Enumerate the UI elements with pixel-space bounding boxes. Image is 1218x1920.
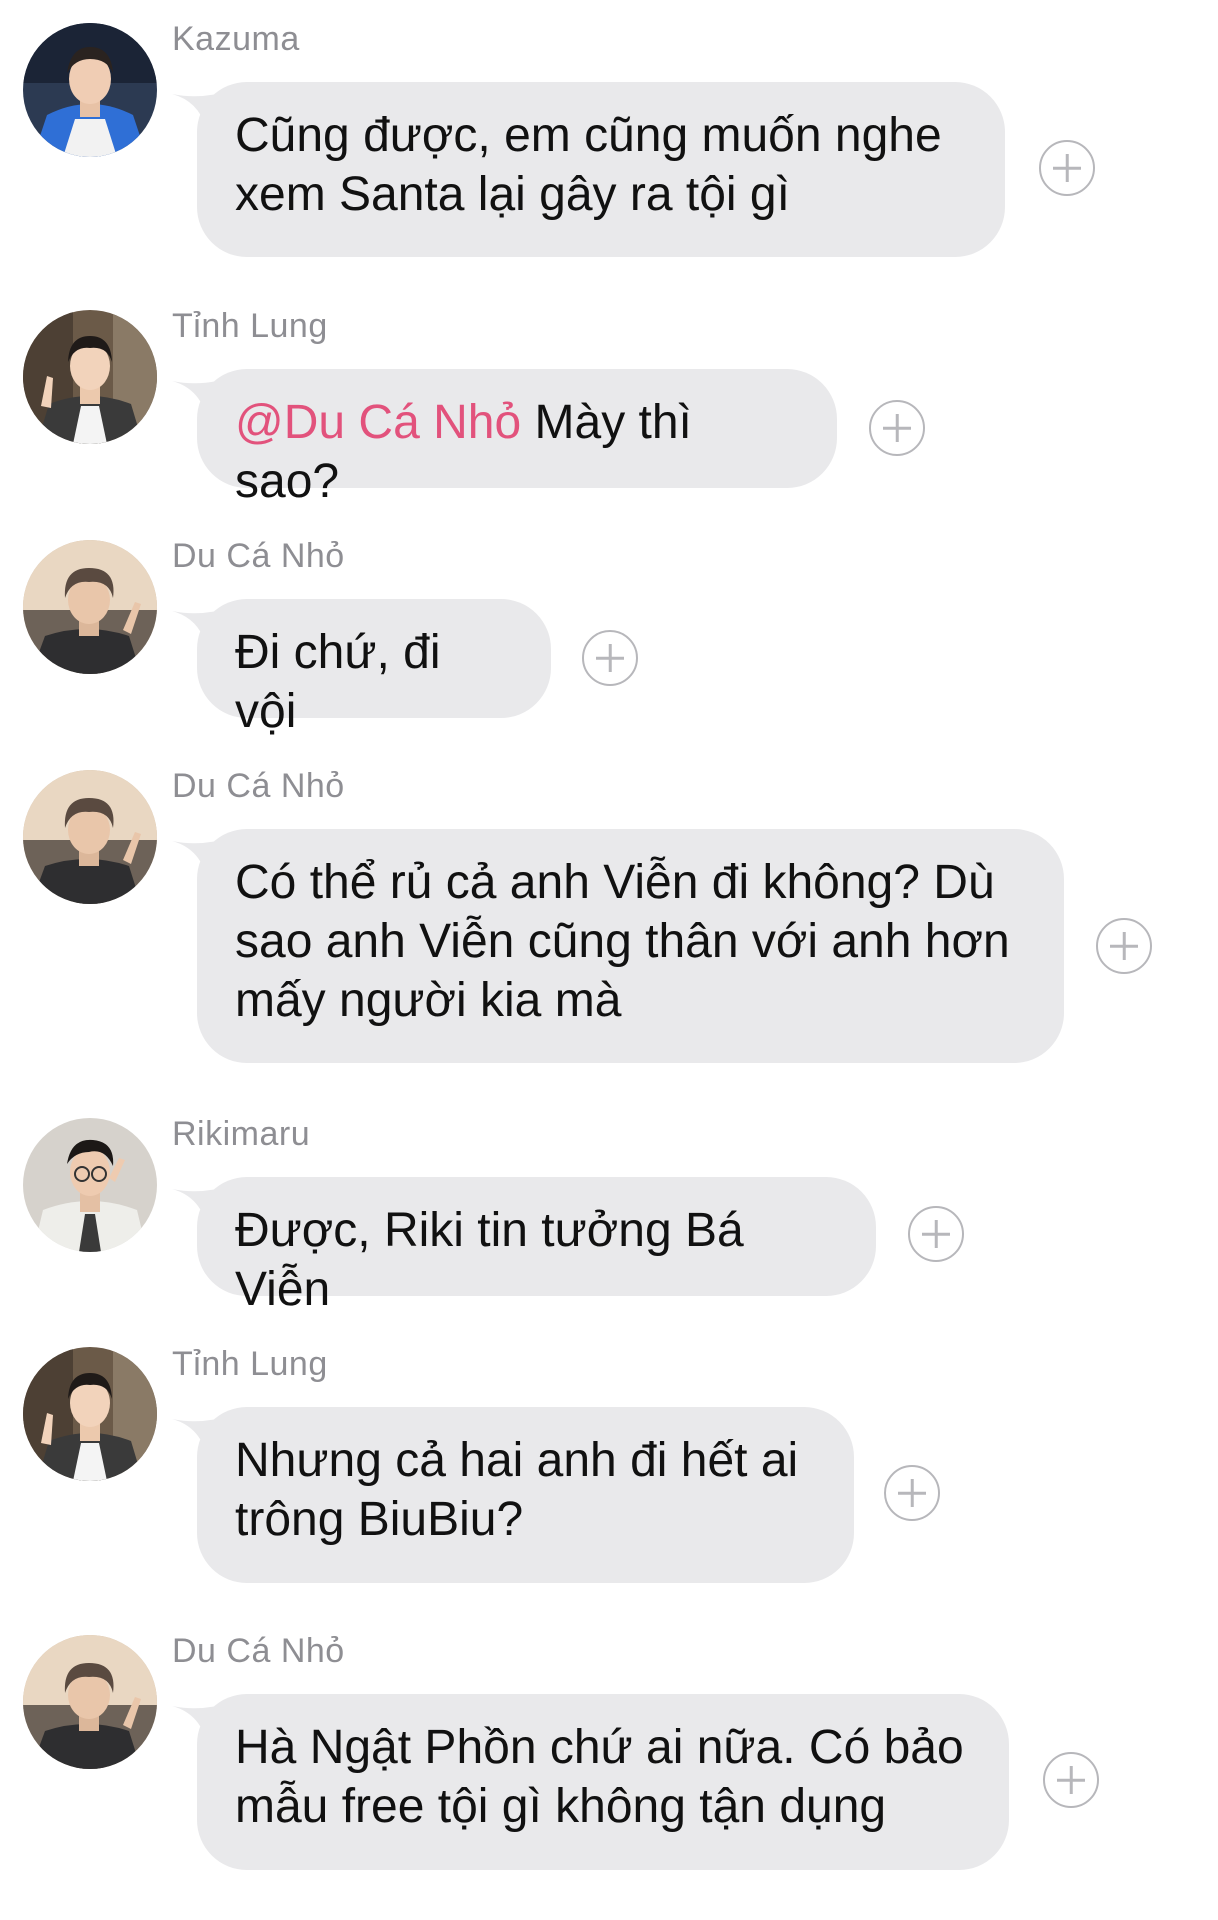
add-reaction-button[interactable] [582, 630, 638, 686]
message-bubble[interactable]: Đi chứ, đi vội [197, 599, 551, 738]
add-reaction-button[interactable] [908, 1206, 964, 1262]
message-text: Có thể rủ cả anh Viễn đi không? Dù sao a… [235, 856, 1010, 1027]
kazuma-avatar[interactable] [23, 23, 157, 157]
message-bubble[interactable]: Hà Ngật Phồn chứ ai nữa. Có bảo mẫu free… [197, 1694, 1009, 1870]
message-text: Cũng được, em cũng muốn nghe xem Santa l… [235, 109, 942, 221]
sender-name: Tỉnh Lung [172, 1345, 328, 1383]
add-reaction-button[interactable] [1043, 1752, 1099, 1808]
message-text: Đi chứ, đi vội [235, 626, 441, 738]
add-reaction-button[interactable] [1096, 918, 1152, 974]
sender-name: Rikimaru [172, 1115, 311, 1153]
sender-name: Du Cá Nhỏ [172, 537, 345, 575]
message-text: Nhưng cả hai anh đi hết ai trông BiuBiu? [235, 1434, 799, 1546]
add-reaction-button[interactable] [869, 400, 925, 456]
sender-name: Tỉnh Lung [172, 307, 328, 345]
du-ca-nho-avatar[interactable] [23, 770, 157, 904]
sender-name: Kazuma [172, 20, 300, 58]
sender-name: Du Cá Nhỏ [172, 1632, 345, 1670]
message-bubble[interactable]: Có thể rủ cả anh Viễn đi không? Dù sao a… [197, 829, 1064, 1063]
message-text: Hà Ngật Phồn chứ ai nữa. Có bảo mẫu free… [235, 1721, 964, 1833]
du-ca-nho-avatar[interactable] [23, 1635, 157, 1769]
sender-name: Du Cá Nhỏ [172, 767, 345, 805]
add-reaction-button[interactable] [1039, 140, 1095, 196]
message-bubble[interactable]: @Du Cá Nhỏ Mày thì sao? [197, 369, 837, 508]
user-mention[interactable]: @Du Cá Nhỏ [235, 396, 521, 449]
du-ca-nho-avatar[interactable] [23, 540, 157, 674]
tinh-lung-avatar[interactable] [23, 310, 157, 444]
message-bubble[interactable]: Cũng được, em cũng muốn nghe xem Santa l… [197, 82, 1005, 257]
message-bubble[interactable]: Được, Riki tin tưởng Bá Viễn [197, 1177, 876, 1316]
tinh-lung-avatar[interactable] [23, 1347, 157, 1481]
message-bubble[interactable]: Nhưng cả hai anh đi hết ai trông BiuBiu? [197, 1407, 854, 1583]
rikimaru-avatar[interactable] [23, 1118, 157, 1252]
message-text: Được, Riki tin tưởng Bá Viễn [235, 1204, 744, 1316]
add-reaction-button[interactable] [884, 1465, 940, 1521]
